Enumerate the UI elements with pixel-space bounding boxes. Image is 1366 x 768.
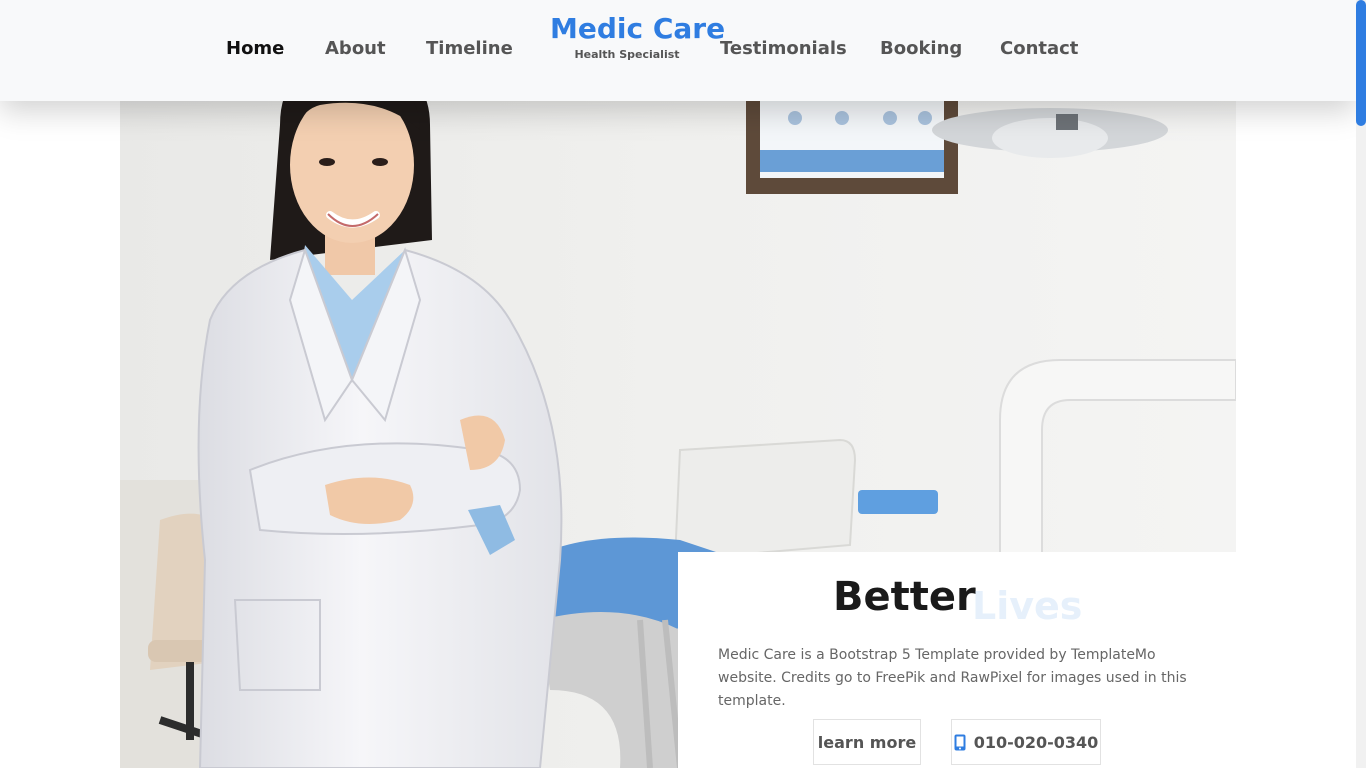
- learn-more-label: learn more: [817, 732, 917, 752]
- hero-info-card: Better Lives Medic Care is a Bootstrap 5…: [678, 552, 1236, 768]
- nav-link-about[interactable]: About: [325, 38, 386, 60]
- scrollbar-thumb[interactable]: [1356, 0, 1366, 126]
- nav-link-testimonials[interactable]: Testimonials: [720, 38, 847, 60]
- hero-headline-rotating: Lives: [972, 584, 1083, 628]
- phone-icon: [954, 734, 966, 751]
- nav-link-home[interactable]: Home: [226, 38, 284, 60]
- brand-name: Medic Care: [550, 12, 726, 45]
- phone-number: 010-020-0340: [973, 732, 1099, 752]
- brand-tagline: Health Specialist: [574, 48, 680, 61]
- hero-headline: Better: [833, 574, 976, 620]
- page: Home About Timeline Medic Care Health Sp…: [0, 0, 1366, 768]
- brand-logo[interactable]: Medic Care Health Specialist: [550, 12, 726, 62]
- hero-description: Medic Care is a Bootstrap 5 Template pro…: [718, 647, 1187, 709]
- learn-more-button[interactable]: learn more: [813, 719, 921, 765]
- phone-button[interactable]: 010-020-0340: [951, 719, 1101, 765]
- nav-link-contact[interactable]: Contact: [1000, 38, 1078, 60]
- main-navbar: Home About Timeline Medic Care Health Sp…: [0, 0, 1356, 101]
- nav-link-booking[interactable]: Booking: [880, 38, 962, 60]
- nav-link-timeline[interactable]: Timeline: [426, 38, 513, 60]
